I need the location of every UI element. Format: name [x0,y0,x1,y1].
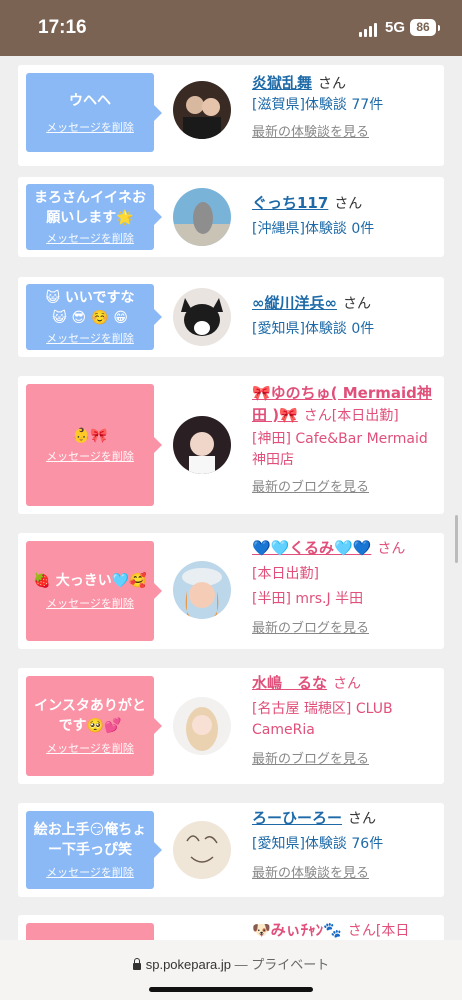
message-card: 👶🎀 メッセージを削除 🎀ゆのちゅ( Mermaid神田 )🎀 さん[本日出勤] … [18,376,444,514]
profile-name-link[interactable]: 炎獄乱舞 [252,74,312,92]
honorific: さん [333,676,362,692]
profile-name-link[interactable]: 水嶋 るな [252,674,327,692]
delete-message-link[interactable]: メッセージを削除 [46,595,134,611]
profile-meta: [本日出勤] [252,566,319,582]
avatar[interactable] [173,561,231,619]
message-text: 絵お上手😏俺ちょー下手っぴ笑 [33,822,147,858]
profile-name-link[interactable]: ぐっち117 [252,194,328,212]
status-bar: 17:16 5G 86 [0,0,462,56]
profile-name-link[interactable]: ∞縦川洋兵∞ [252,294,337,312]
honorific: さん[本日出勤] [303,408,399,424]
profile-meta: [愛知県]体験談 0件 [252,321,375,337]
message-text: 🍓 大っきい🩵🥰 [33,573,147,589]
avatar[interactable] [173,416,231,474]
message-card: 😺 いいですな 😺 😎 ☺️ 😁 メッセージを削除 ∞縦川洋兵∞ さん [愛知県]… [18,277,444,357]
honorific: さん [334,196,363,212]
message-bubble: 👶🎀 メッセージを削除 [26,384,162,506]
message-card: まろさんイイネお願いします🌟 メッセージを削除 ぐっち117 さん [沖縄県]体験… [18,177,444,257]
profile-info: 💙🩵くるみ🩵💙 さん [本日出勤] [半田] mrs.J 半田 最新のブログを見る [252,538,438,639]
message-bubble: インスタありがとです🥺💕 メッセージを削除 [26,676,162,776]
profile-meta: [沖縄県]体験談 0件 [252,221,375,237]
message-bubble: 🍓 大っきい🩵🥰 メッセージを削除 [26,541,162,641]
message-card: ウヘヘ メッセージを削除 炎獄乱舞 さん [滋賀県]体験談 77件 最新の体験談を… [18,65,444,166]
avatar[interactable] [173,697,231,755]
view-latest-link[interactable]: 最新の体験談を見る [252,863,438,884]
message-text: インスタありがとです🥺💕 [34,698,146,734]
profile-meta: [名古屋 瑞穂区] CLUB CameRia [252,701,393,738]
profile-info: 🎀ゆのちゅ( Mermaid神田 )🎀 さん[本日出勤] [神田] Cafe&Ba… [252,383,438,498]
delete-message-link[interactable]: メッセージを削除 [46,230,134,246]
avatar[interactable] [173,188,231,246]
honorific: さん [318,76,347,92]
battery-level: 86 [416,20,430,34]
message-text: ウヘヘ [69,92,111,109]
message-bubble: ウヘヘ メッセージを削除 [26,73,162,152]
message-text: 👶🎀 [72,428,108,444]
profile-info: ぐっち117 さん [沖縄県]体験談 0件 [252,193,438,240]
browser-address-bar[interactable]: sp.pokepara.jp — プライベート [0,940,462,1000]
avatar[interactable] [173,288,231,346]
profile-name-link[interactable]: 🐶みぃﾁｬﾝ🐾 [252,921,342,939]
delete-message-link[interactable]: メッセージを削除 [46,330,134,346]
profile-meta: [半田] mrs.J 半田 [252,591,364,607]
message-bubble: 絵お上手😏俺ちょー下手っぴ笑 メッセージを削除 [26,811,162,889]
avatar[interactable] [173,81,231,139]
view-latest-link[interactable]: 最新のブログを見る [252,477,438,498]
profile-info: ∞縦川洋兵∞ さん [愛知県]体験談 0件 [252,293,438,340]
message-card: 🐶みぃﾁｬﾝ🐾 さん[本日 [18,915,444,940]
message-text: 😺 いいですな 😺 😎 ☺️ 😁 [45,290,135,326]
view-latest-link[interactable]: 最新のブログを見る [252,618,438,639]
honorific: さん [377,541,406,557]
message-card: 🍓 大っきい🩵🥰 メッセージを削除 💙🩵くるみ🩵💙 さん [本日出勤] [半田] … [18,533,444,649]
view-latest-link[interactable]: 最新のブログを見る [252,749,438,770]
profile-name-link[interactable]: ろーひーろー [252,809,342,827]
lock-icon [132,958,141,970]
honorific: さん [343,296,371,312]
url-display[interactable]: sp.pokepara.jp — プライベート [0,954,462,973]
home-indicator[interactable] [149,987,313,992]
profile-info: ろーひーろー さん [愛知県]体験談 76件 最新の体験談を見る [252,808,438,884]
message-bubble: 😺 いいですな 😺 😎 ☺️ 😁 メッセージを削除 [26,284,162,350]
message-bubble: まろさんイイネお願いします🌟 メッセージを削除 [26,184,162,250]
scroll-indicator[interactable] [455,515,458,563]
delete-message-link[interactable]: メッセージを削除 [46,740,134,756]
url-domain: sp.pokepara.jp [145,957,232,972]
delete-message-link[interactable]: メッセージを削除 [46,864,134,880]
honorific: さん [348,811,377,827]
profile-info: 🐶みぃﾁｬﾝ🐾 さん[本日 [252,920,438,940]
profile-meta: [愛知県]体験談 76件 [252,836,384,852]
message-bubble [26,923,154,940]
status-time: 17:16 [38,17,87,38]
delete-message-link[interactable]: メッセージを削除 [46,448,134,464]
message-card: インスタありがとです🥺💕 メッセージを削除 水嶋 るな さん [名古屋 瑞穂区] … [18,668,444,784]
network-label: 5G [385,19,406,36]
signal-icon [359,23,379,37]
message-card: 絵お上手😏俺ちょー下手っぴ笑 メッセージを削除 ろーひーろー さん [愛知県]体験… [18,803,444,897]
profile-meta: [滋賀県]体験談 77件 [252,97,384,113]
message-list[interactable]: ウヘヘ メッセージを削除 炎獄乱舞 さん [滋賀県]体験談 77件 最新の体験談を… [0,56,462,940]
avatar[interactable] [173,821,231,879]
profile-info: 炎獄乱舞 さん [滋賀県]体験談 77件 最新の体験談を見る [252,73,438,143]
profile-name-link[interactable]: 💙🩵くるみ🩵💙 [252,539,371,557]
battery-icon: 86 [410,19,440,36]
honorific: さん[本日 [347,923,410,939]
message-text: まろさんイイネお願いします🌟 [34,190,146,226]
profile-meta: [神田] Cafe&Bar Mermaid 神田店 [252,431,428,468]
private-mode-label: — プライベート [234,957,330,972]
view-latest-link[interactable]: 最新の体験談を見る [252,122,438,143]
delete-message-link[interactable]: メッセージを削除 [46,119,134,135]
profile-info: 水嶋 るな さん [名古屋 瑞穂区] CLUB CameRia 最新のブログを見る [252,673,438,770]
